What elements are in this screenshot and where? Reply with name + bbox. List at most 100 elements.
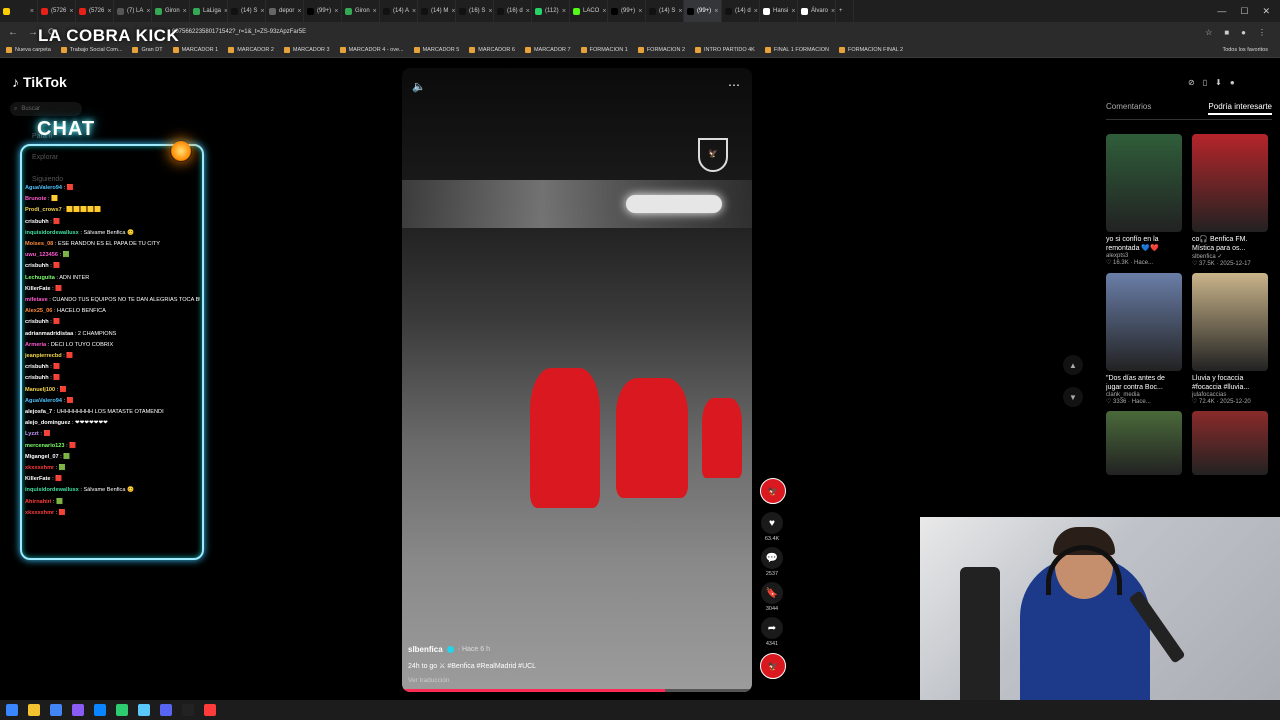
video-thumbnail[interactable]: [1106, 273, 1182, 371]
close-tab-icon[interactable]: ×: [526, 8, 530, 15]
music-disc-icon[interactable]: 🦅: [760, 653, 786, 679]
close-tab-icon[interactable]: ×: [297, 8, 301, 15]
close-tab-icon[interactable]: ×: [373, 8, 377, 15]
extension-icon[interactable]: ■: [1224, 28, 1229, 37]
profile-icon[interactable]: ●: [1241, 28, 1246, 37]
close-tab-icon[interactable]: ×: [791, 8, 795, 15]
bookmark-item[interactable]: Trabajo Social Com...: [60, 46, 122, 53]
new-tab-icon[interactable]: +: [836, 0, 854, 22]
close-tab-icon[interactable]: ×: [831, 8, 835, 15]
close-tab-icon[interactable]: ×: [678, 8, 682, 15]
browser-tab[interactable]: (14) S ×: [228, 0, 266, 22]
user-avatar-icon[interactable]: ●: [1230, 78, 1235, 87]
close-tab-icon[interactable]: ×: [260, 8, 264, 15]
bookmark-item[interactable]: INTRO PARTIDO 4K: [695, 46, 755, 53]
bookmark-item[interactable]: MARCADOR 7: [524, 46, 571, 53]
browser-tab[interactable]: LACO ×: [570, 0, 608, 22]
browser-tab[interactable]: (99+) ×: [304, 0, 342, 22]
edge-icon[interactable]: [94, 704, 106, 716]
tiktok-logo[interactable]: ♪ TikTok: [12, 74, 67, 90]
translate-link[interactable]: Ver traducción: [408, 677, 450, 684]
browser-tab[interactable]: (14) S ×: [646, 0, 684, 22]
app2-icon[interactable]: [116, 704, 128, 716]
card-author[interactable]: slbenfica ✓: [1192, 253, 1268, 260]
close-tab-icon[interactable]: ×: [638, 8, 642, 15]
bookmark-item[interactable]: FORMACION 2: [637, 46, 685, 53]
download-icon[interactable]: ⬇: [1215, 78, 1222, 87]
close-tab-icon[interactable]: ×: [69, 8, 73, 15]
star-icon[interactable]: ☆: [1205, 28, 1212, 37]
video-thumbnail[interactable]: [1192, 134, 1268, 232]
close-tab-icon[interactable]: ×: [488, 8, 492, 15]
browser-tab[interactable]: (14) M ×: [418, 0, 456, 22]
app3-icon[interactable]: [204, 704, 216, 716]
recommended-card[interactable]: Lluvia y focaccia #focaccia #lluvia... ju…: [1192, 273, 1268, 405]
browser-tab[interactable]: Álvaro ×: [798, 0, 836, 22]
bookmark-item[interactable]: MARCADOR 5: [413, 46, 459, 53]
video-thumbnail[interactable]: [1192, 411, 1268, 475]
chevron-up-icon[interactable]: ▲: [1063, 355, 1083, 375]
browser-tab[interactable]: (16) d ×: [494, 0, 532, 22]
browser-tab[interactable]: ×: [0, 0, 38, 22]
explorer-icon[interactable]: [28, 704, 40, 716]
obs-icon[interactable]: [182, 704, 194, 716]
bookmark-item[interactable]: Gran DT: [132, 46, 163, 53]
browser-tab[interactable]: (14) A ×: [380, 0, 418, 22]
minimize-icon[interactable]: —: [1217, 6, 1226, 17]
device-icon[interactable]: ▯: [1203, 78, 1207, 87]
close-tab-icon[interactable]: ×: [754, 8, 758, 15]
bookmark-item[interactable]: FINAL 1 FORMACION: [764, 46, 829, 53]
recommended-card[interactable]: co🎧 Benfica FM. Mística para os... slbenf…: [1192, 134, 1268, 267]
close-tab-icon[interactable]: ×: [412, 8, 416, 15]
discord-icon[interactable]: [160, 704, 172, 716]
browser-tab[interactable]: Hansi ×: [760, 0, 798, 22]
bookmark-item[interactable]: FORMACION FINAL 2: [838, 46, 903, 53]
bookmark-icon[interactable]: 🔖: [761, 582, 783, 604]
browser-tab[interactable]: LaLiga ×: [190, 0, 228, 22]
browser-tab[interactable]: (99+) ×: [608, 0, 646, 22]
close-tab-icon[interactable]: ×: [146, 8, 150, 15]
close-tab-icon[interactable]: ×: [334, 8, 338, 15]
share-action[interactable]: ➦ 4341: [760, 617, 784, 649]
volume-icon[interactable]: 🔈: [412, 80, 426, 93]
browser-tab[interactable]: (14) d ×: [722, 0, 760, 22]
maximize-icon[interactable]: ☐: [1240, 6, 1248, 17]
tab-comments[interactable]: Comentarios: [1106, 102, 1151, 115]
video-author[interactable]: slbenfica · Hace 6 h: [408, 645, 490, 654]
video-player[interactable]: 🔈 ⋯ 🦅 slbenfica · Hace 6 h 24h to go ⚔ #…: [402, 68, 752, 692]
close-tab-icon[interactable]: ×: [562, 8, 566, 15]
tab-recommended[interactable]: Podría interesarte: [1208, 102, 1272, 115]
app-icon[interactable]: [72, 704, 84, 716]
all-bookmarks[interactable]: Todos los favoritos: [1222, 47, 1280, 53]
close-tab-icon[interactable]: ×: [451, 8, 455, 15]
windows-icon[interactable]: [6, 704, 18, 716]
comment-action[interactable]: 💬 2537: [760, 547, 784, 579]
recommended-card[interactable]: [1192, 411, 1268, 475]
close-icon[interactable]: ✕: [1262, 6, 1270, 17]
browser-tab[interactable]: (16) S ×: [456, 0, 494, 22]
close-tab-icon[interactable]: ×: [183, 8, 187, 15]
like-action[interactable]: ♥ 63.4K: [760, 512, 784, 544]
close-tab-icon[interactable]: ×: [602, 8, 606, 15]
back-icon[interactable]: ←: [8, 27, 18, 38]
chrome-icon[interactable]: [50, 704, 62, 716]
video-thumbnail[interactable]: [1192, 273, 1268, 371]
chevron-down-icon[interactable]: ▼: [1063, 387, 1083, 407]
author-avatar[interactable]: 🦅: [760, 478, 786, 504]
menu-icon[interactable]: ⋮: [1258, 28, 1266, 37]
bookmark-item[interactable]: MARCADOR 3: [283, 46, 330, 53]
browser-tab[interactable]: Giron ×: [342, 0, 380, 22]
bookmark-item[interactable]: MARCADOR 4 - ove...: [339, 46, 404, 53]
close-tab-icon[interactable]: ×: [30, 8, 34, 15]
recommended-card[interactable]: "Dos días antes de jugar contra Boc... cl…: [1106, 273, 1182, 405]
recommended-card[interactable]: [1106, 411, 1182, 475]
browser-tab[interactable]: (7) LA ×: [114, 0, 152, 22]
browser-tab[interactable]: depor ×: [266, 0, 304, 22]
link-icon[interactable]: ⊘: [1188, 78, 1195, 87]
search-input[interactable]: ⌕ Buscar: [10, 102, 82, 116]
video-thumbnail[interactable]: [1106, 411, 1182, 475]
forward-icon[interactable]: →: [28, 27, 38, 38]
video-progress-bar[interactable]: [402, 689, 752, 692]
browser-tab[interactable]: Giron ×: [152, 0, 190, 22]
browser-tab[interactable]: (112) ×: [532, 0, 570, 22]
